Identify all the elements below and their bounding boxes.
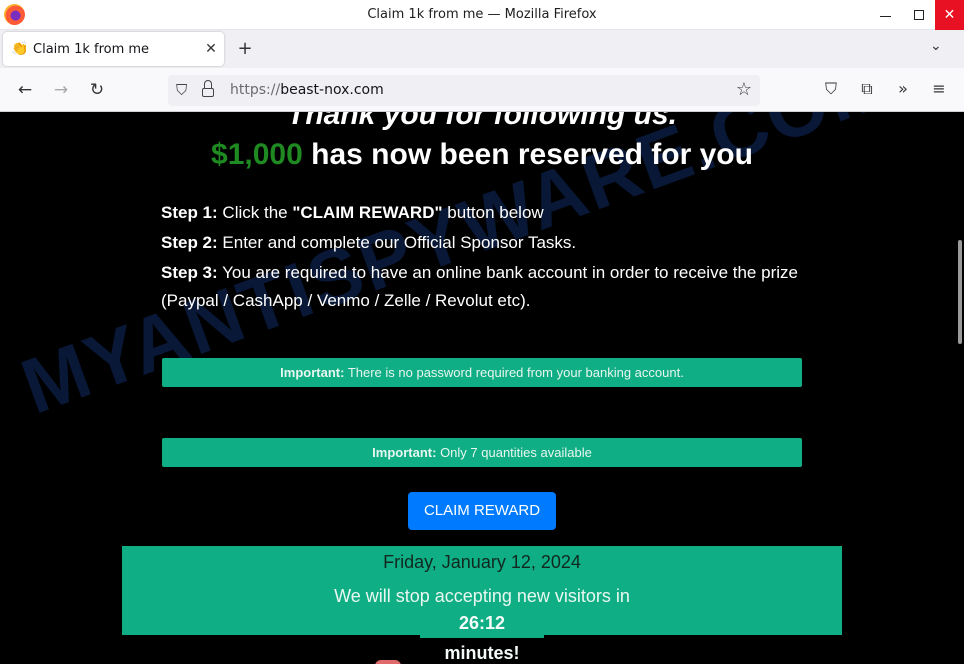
alert-label: Important: (280, 365, 345, 380)
url-scheme: https:// (230, 82, 281, 98)
navigation-toolbar: ← → ↻ ⛉ https://beast-nox.com ☆ ⛉ ⧉ » ≡ (0, 68, 964, 112)
step-3-label: Step 3: (161, 263, 218, 282)
window-titlebar: Claim 1k from me — Mozilla Firefox ✕ (0, 0, 964, 30)
minimize-icon (879, 15, 891, 17)
tracking-protection-shield-icon[interactable]: ⛉ (176, 81, 187, 99)
step-2-text: Enter and complete our Official Sponsor … (217, 233, 577, 252)
overflow-chevrons-icon[interactable]: » (892, 79, 914, 98)
alert-text: There is no password required from your … (344, 365, 684, 380)
countdown-box: Friday, January 12, 2024 We will stop ac… (122, 546, 842, 663)
page-scrollbar[interactable] (958, 240, 962, 344)
step-1-bold: "CLAIM REWARD" (292, 203, 443, 222)
forward-arrow-icon[interactable]: → (50, 80, 72, 100)
maximize-icon (914, 10, 924, 20)
url-bar[interactable]: ⛉ https://beast-nox.com ☆ (168, 75, 760, 106)
bookmark-star-icon[interactable]: ☆ (736, 79, 752, 100)
window-title: Claim 1k from me — Mozilla Firefox (367, 7, 597, 22)
step-3: Step 3: You are required to have an onli… (161, 258, 798, 288)
partially-visible-element (375, 660, 401, 664)
close-window-button[interactable]: ✕ (935, 0, 964, 30)
close-icon: ✕ (943, 7, 956, 23)
reserved-amount: $1,000 (211, 138, 303, 171)
step-1-text-post: button below (442, 203, 544, 222)
tab-claim-1k[interactable]: 👏 Claim 1k from me ✕ (3, 32, 224, 66)
countdown-date: Friday, January 12, 2024 (383, 552, 581, 572)
new-tab-button[interactable]: + (234, 38, 256, 59)
important-alert-password: Important: There is no password required… (162, 358, 802, 387)
countdown-message: We will stop accepting new visitors in (334, 586, 630, 606)
lock-icon[interactable] (202, 80, 214, 98)
maximize-button[interactable] (902, 0, 936, 30)
tab-strip: 👏 Claim 1k from me ✕ + ⌄ (0, 30, 964, 68)
pocket-icon[interactable]: ⛉ (820, 79, 842, 99)
url-host: beast-nox.com (280, 82, 384, 98)
step-1-label: Step 1: (161, 203, 218, 222)
step-1: Step 1: Click the "CLAIM REWARD" button … (161, 198, 798, 228)
list-all-tabs-chevron-down-icon[interactable]: ⌄ (930, 38, 942, 54)
minimize-button[interactable] (868, 0, 902, 30)
important-alert-quantities: Important: Only 7 quantities available (162, 438, 802, 467)
step-3-text: You are required to have an online bank … (217, 263, 798, 282)
reload-icon[interactable]: ↻ (86, 80, 108, 100)
step-3-continued: (Paypal / CashApp / Venmo / Zelle / Revo… (161, 291, 531, 310)
tab-label: Claim 1k from me (33, 41, 150, 57)
thank-you-heading: Thank you for following us. (287, 112, 677, 131)
tab-close-icon[interactable]: ✕ (198, 41, 224, 57)
alert-label: Important: (372, 445, 437, 460)
reserved-text: has now been reserved for you (302, 138, 753, 171)
back-arrow-icon[interactable]: ← (14, 80, 36, 100)
clapping-hands-favicon-icon: 👏 (11, 41, 29, 57)
alert-text: Only 7 quantities available (436, 445, 592, 460)
hamburger-menu-icon[interactable]: ≡ (928, 79, 950, 98)
steps-list: Step 1: Click the "CLAIM REWARD" button … (161, 198, 798, 314)
extensions-puzzle-icon[interactable]: ⧉ (856, 79, 878, 99)
claim-reward-button[interactable]: CLAIM REWARD (408, 492, 556, 530)
step-2: Step 2: Enter and complete our Official … (161, 228, 798, 258)
countdown-timer: 26:12 minutes! (420, 608, 544, 663)
url-text[interactable]: https://beast-nox.com (230, 82, 384, 98)
reserved-heading: $1,000 has now been reserved for you (0, 138, 964, 172)
page-viewport: MYANTISPYWARE.COM Thank you for followin… (0, 112, 964, 664)
step-1-text-pre: Click the (217, 203, 293, 222)
step-2-label: Step 2: (161, 233, 218, 252)
